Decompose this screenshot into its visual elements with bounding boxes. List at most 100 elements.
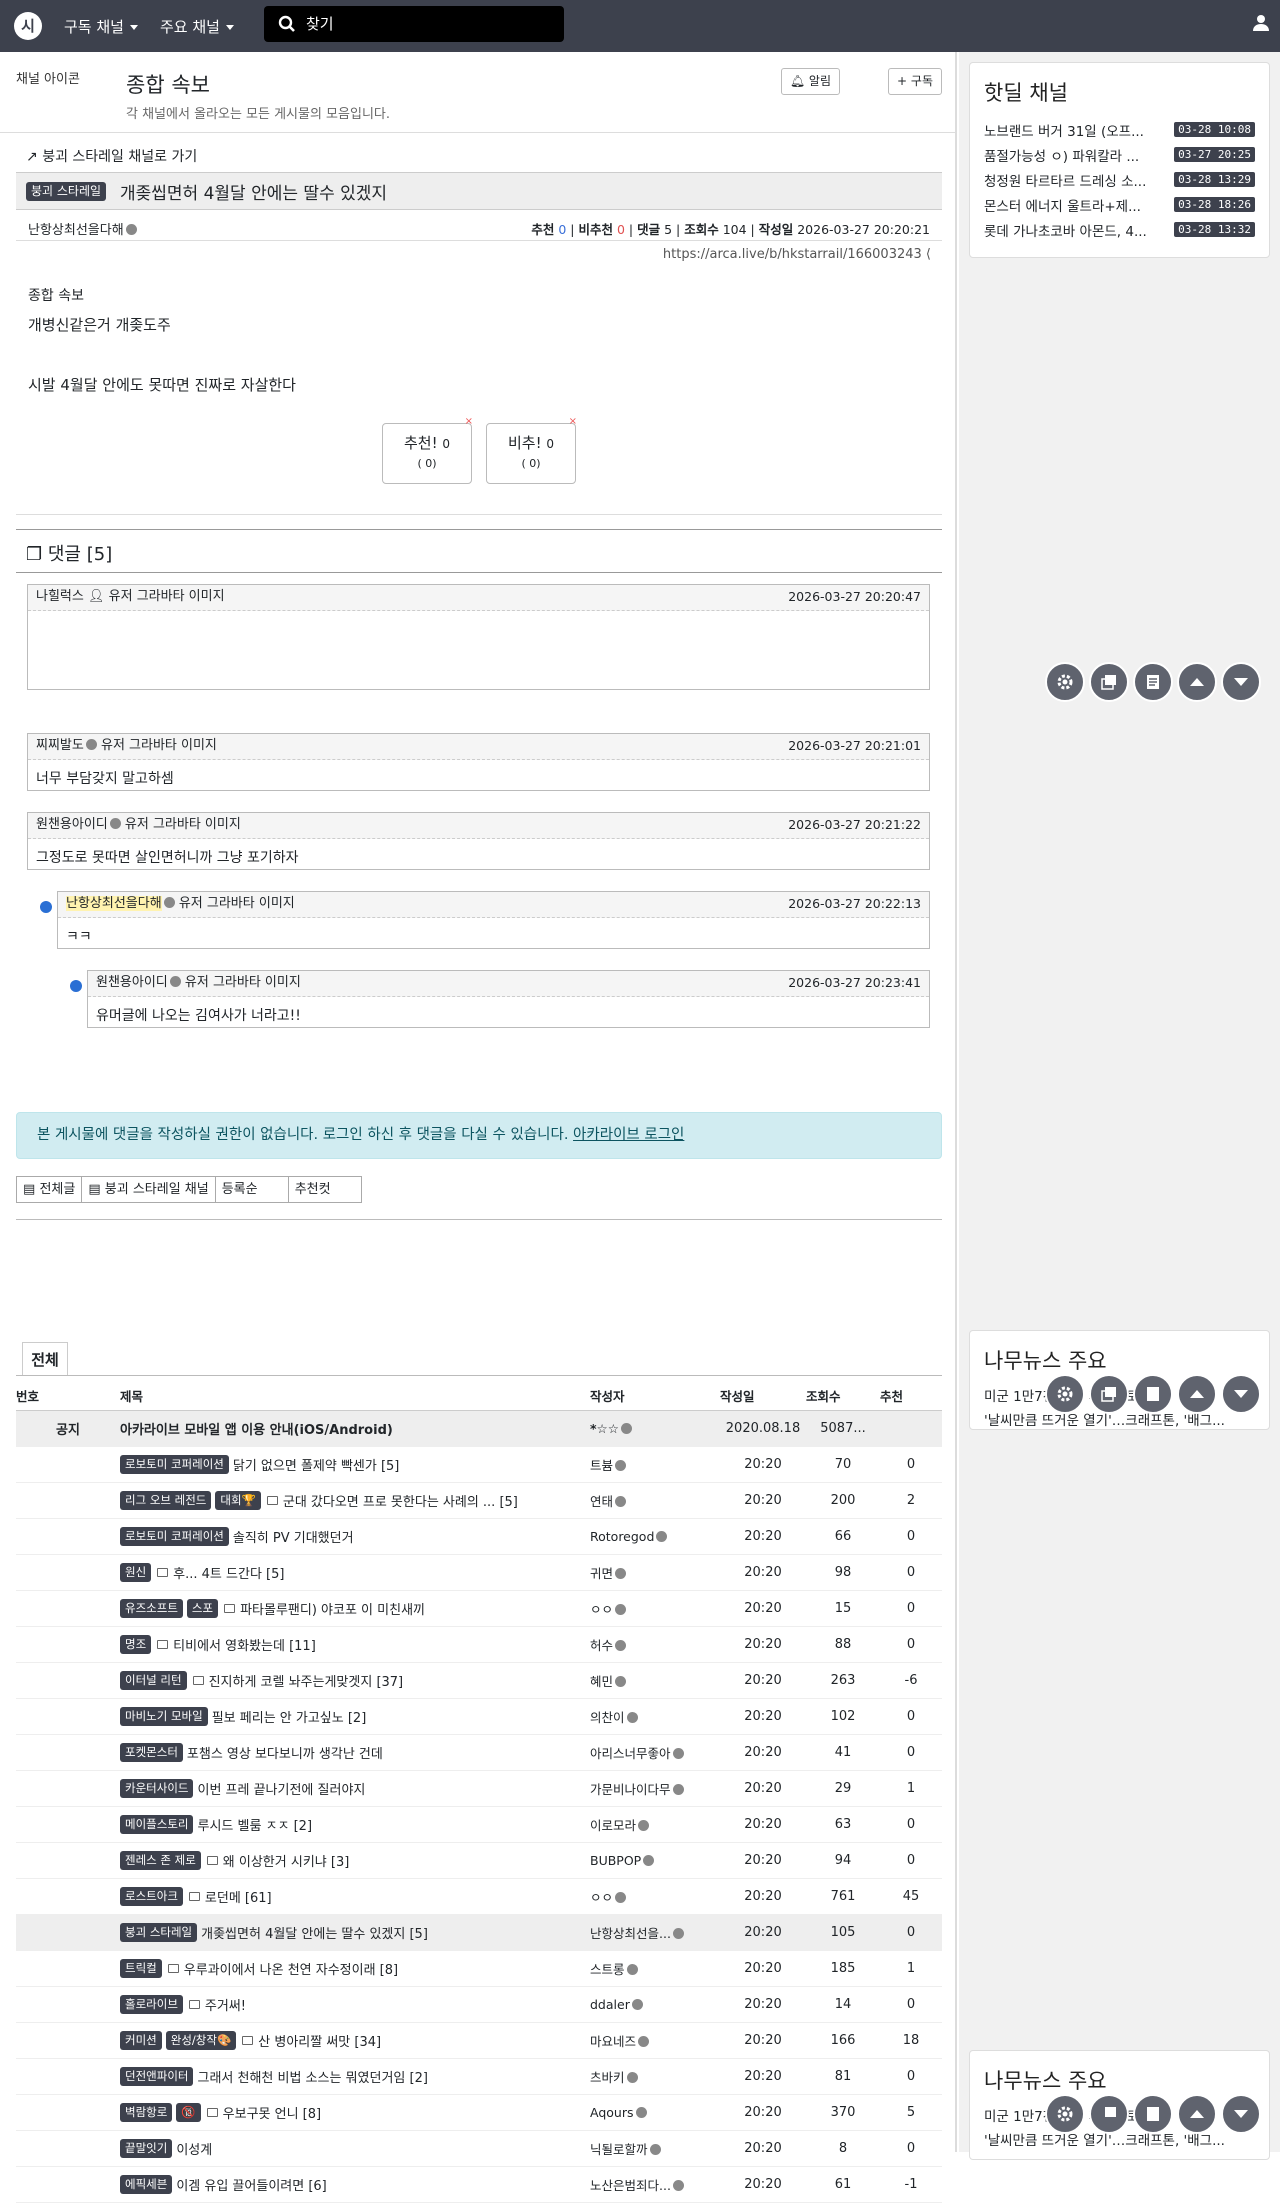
share-icon[interactable]: ⟨: [926, 247, 931, 262]
hotdeal-item[interactable]: 품절가능성 ㅇ) 파워칼라 ... 03-27 20:25: [984, 142, 1255, 167]
list-icon[interactable]: [1133, 2094, 1173, 2134]
hotdeal-item[interactable]: 몬스터 에너지 울트라+제... 03-28 18:26: [984, 192, 1255, 217]
table-row[interactable]: 던전앤파이터 그래서 천해천 비법 소스는 뭐였던거임 [2] 츠바키 20:20…: [16, 2058, 942, 2095]
reply-collapse-icon[interactable]: [40, 901, 52, 913]
category-badge[interactable]: 대회🏆: [215, 1490, 261, 1510]
search-icon[interactable]: [278, 15, 296, 33]
post-url[interactable]: https://arca.live/b/hkstarrail/166003243…: [663, 247, 931, 262]
hotdeal-item[interactable]: 롯데 가나초코바 아몬드, 4... 03-28 13:32: [984, 217, 1255, 242]
table-row[interactable]: 리그 오브 레전드 대회🏆 군대 갔다오면 프로 못한다는 사례의 ... [5] …: [16, 1482, 942, 1519]
filter-all-posts[interactable]: ▤ 전체글: [16, 1176, 83, 1203]
table-row[interactable]: 포켓몬스터 포챔스 영상 보다보니까 생각난 건데 아리스너무좋아 20:20 4…: [16, 1734, 942, 1771]
category-badge[interactable]: 던전앤파이터: [120, 2066, 194, 2086]
downvote-button[interactable]: × 비추! 0 ( 0): [486, 416, 577, 484]
gear-icon[interactable]: [1045, 1374, 1085, 1414]
category-badge[interactable]: 유즈소프트: [120, 1598, 183, 1618]
notice-title[interactable]: 아카라이브 모바일 앱 이용 안내(iOS/Android): [120, 1410, 590, 1447]
category-badge[interactable]: 리그 오브 레전드: [120, 1490, 212, 1510]
hotdeal-title[interactable]: 핫딜 채널: [984, 77, 1255, 107]
row-title[interactable]: 후... 4트 드간다 [5]: [173, 1563, 284, 1582]
category-badge[interactable]: 명조: [120, 1634, 152, 1654]
row-title[interactable]: 파타몰루팬디) 야코포 이 미친새끼: [240, 1599, 425, 1618]
table-row[interactable]: 로보토미 코퍼레이션 닭기 없으면 폴제약 빡센가 [5] 트븀 20:20 70…: [16, 1446, 942, 1483]
category-badge[interactable]: 붕괴 스타레일: [120, 1922, 198, 1942]
category-badge[interactable]: 마비노기 모바일: [120, 1706, 208, 1726]
filter-order[interactable]: 등록순: [214, 1176, 289, 1203]
namunews-title[interactable]: 나무뉴스 주요: [984, 2065, 1255, 2095]
gear-icon[interactable]: [1045, 662, 1085, 702]
category-badge[interactable]: 로스트아크: [120, 1886, 183, 1906]
comment-author[interactable]: 원챈용아이디: [36, 817, 108, 832]
table-row[interactable]: 마비노기 모바일 필보 페리는 안 가고싶노 [2] 의찬이 20:20 102 …: [16, 1698, 942, 1735]
table-row[interactable]: 젠레스 존 제로 왜 이상한거 시키냐 [3] BUBPOP 20:20 94 0: [16, 1842, 942, 1879]
back-to-channel-link[interactable]: ↗ 붕괴 스타레일 채널로 가기: [26, 146, 197, 166]
row-title[interactable]: 닭기 없으면 폴제약 빡센가 [5]: [233, 1455, 400, 1474]
table-row[interactable]: 이터널 리턴 진지하게 코렐 놔주는게맞겟지 [37] 혜민 20:20 263 …: [16, 1662, 942, 1699]
hotdeal-item[interactable]: 청정원 타르타르 드레싱 소... 03-28 13:29: [984, 167, 1255, 192]
row-author[interactable]: 마요네즈: [590, 2034, 636, 2049]
copy-icon[interactable]: [1089, 1374, 1129, 1414]
copy-icon[interactable]: [1089, 662, 1129, 702]
category-badge[interactable]: 로보토미 코퍼레이션: [120, 1454, 229, 1474]
row-title[interactable]: 필보 페리는 안 가고싶노 [2]: [212, 1707, 367, 1726]
comment-author[interactable]: 나힐럭스: [36, 589, 84, 604]
row-title[interactable]: 개좆씹면허 4월달 안에는 딸수 있겠지 [5]: [201, 1923, 428, 1942]
list-icon[interactable]: [1133, 1374, 1173, 1414]
row-author[interactable]: 연태: [590, 1494, 613, 1509]
gear-icon[interactable]: [1045, 2094, 1085, 2134]
category-badge[interactable]: 카운터사이드: [120, 1778, 194, 1798]
login-link[interactable]: 아카라이브 로그인: [573, 1127, 684, 1143]
upvote-button[interactable]: × 추천! 0 ( 0): [382, 416, 473, 484]
notice-row[interactable]: 공지 아카라이브 모바일 앱 이용 안내(iOS/Android) *☆☆ 20…: [16, 1410, 942, 1447]
table-row[interactable]: 커미션 완성/창작🎨 산 병아리짤 써맛 [34] 마요네즈 20:20 166 1…: [16, 2022, 942, 2059]
filter-rec-cut[interactable]: 추천컷: [287, 1176, 362, 1203]
category-badge[interactable]: 홀로라이브: [120, 1994, 183, 2014]
scroll-up-icon[interactable]: [1177, 1374, 1217, 1414]
category-badge[interactable]: 로보토미 코퍼레이션: [120, 1526, 229, 1546]
category-badge[interactable]: 🔞: [176, 2102, 201, 2122]
row-title[interactable]: 로던메 [61]: [205, 1887, 272, 1906]
table-row[interactable]: 원신 후... 4트 드간다 [5] 귀면 20:20 98 0: [16, 1554, 942, 1591]
row-author[interactable]: 스트롱: [590, 1962, 625, 1977]
filter-channel[interactable]: ▤ 붕괴 스타레일 채널: [81, 1176, 216, 1203]
channel-name[interactable]: 종합 속보: [126, 69, 210, 99]
row-author[interactable]: 의찬이: [590, 1710, 625, 1725]
user-icon[interactable]: [1252, 14, 1270, 32]
table-row[interactable]: 트릭컬 우루과이에서 나온 천연 자수정이래 [8] 스트롱 20:20 185 …: [16, 1950, 942, 1987]
category-badge[interactable]: 원신: [120, 1562, 152, 1582]
row-title[interactable]: 주거써!: [205, 1995, 246, 2014]
copy-icon[interactable]: [1089, 2094, 1129, 2134]
table-row[interactable]: 메이플스토리 루시드 벨룸 ㅈㅈ [2] 이로모라 20:20 63 0: [16, 1806, 942, 1843]
category-badge[interactable]: 트릭컬: [120, 1958, 162, 1978]
category-badge[interactable]: 젠레스 존 제로: [120, 1850, 201, 1870]
row-author[interactable]: 트븀: [590, 1458, 613, 1473]
row-title[interactable]: 군대 갔다오면 프로 못한다는 사례의 ... [5]: [283, 1491, 518, 1510]
row-author[interactable]: Aqours: [590, 2105, 634, 2120]
category-badge[interactable]: 끝말잇기: [120, 2138, 173, 2158]
table-row[interactable]: 로스트아크 로던메 [61] ㅇㅇ 20:20 761 45: [16, 1878, 942, 1915]
row-title[interactable]: 왜 이상한거 시키냐 [3]: [223, 1851, 350, 1870]
row-title[interactable]: 솔직히 PV 기대했던거: [233, 1527, 354, 1546]
comment-author[interactable]: 난항상최선을다해: [66, 896, 162, 911]
search-input[interactable]: [306, 11, 556, 37]
scroll-down-icon[interactable]: [1221, 1374, 1261, 1414]
subscribe-button[interactable]: + 구독: [888, 68, 942, 95]
row-title[interactable]: 포챔스 영상 보다보니까 생각난 건데: [187, 1743, 383, 1762]
row-title[interactable]: 이번 프레 끝나기전에 질러야지: [197, 1779, 365, 1798]
row-author[interactable]: 아리스너무좋아: [590, 1746, 671, 1761]
category-badge[interactable]: 커미션: [120, 2030, 162, 2050]
scroll-up-icon[interactable]: [1177, 2094, 1217, 2134]
scroll-up-icon[interactable]: [1177, 662, 1217, 702]
namunews-title[interactable]: 나무뉴스 주요: [984, 1345, 1255, 1375]
category-badge[interactable]: 스포: [186, 1598, 219, 1618]
main-channels-dropdown[interactable]: 주요 채널: [160, 16, 234, 37]
row-author[interactable]: 난항상최선을...: [590, 1926, 671, 1941]
row-title[interactable]: 산 병아리짤 써맛 [34]: [258, 2031, 381, 2050]
row-title[interactable]: 이겜 유입 끌어들이려면 [6]: [176, 2175, 326, 2194]
alarm-button[interactable]: 🔔︎ 알림: [780, 68, 840, 95]
table-row[interactable]: 끝말잇기 이성계 닉될로할까 20:20 8 0: [16, 2130, 942, 2167]
row-title[interactable]: 우보구못 언니 [8]: [223, 2103, 321, 2122]
hotdeal-item[interactable]: 노브랜드 버거 31일 (오프... 03-28 10:08: [984, 117, 1255, 142]
table-row[interactable]: 카운터사이드 이번 프레 끝나기전에 질러야지 가문비나이다무 20:20 29 …: [16, 1770, 942, 1807]
row-author[interactable]: Rotoregod: [590, 1529, 654, 1544]
